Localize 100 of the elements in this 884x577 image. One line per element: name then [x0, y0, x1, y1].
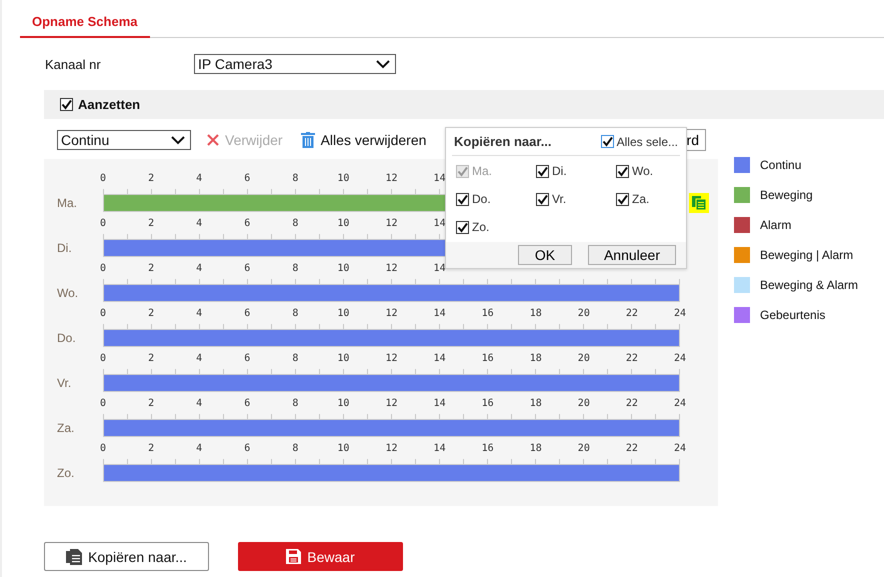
legend-label: Beweging | Alarm: [760, 248, 854, 262]
tick-label: 20: [578, 443, 590, 454]
tick-label: 10: [337, 263, 350, 274]
checkbox[interactable]: [456, 220, 469, 234]
cancel-button[interactable]: Annuleer: [588, 245, 676, 265]
tick-label: 0: [100, 308, 106, 319]
tick-label: 24: [674, 443, 686, 454]
checkbox-label: Alles sele...: [616, 134, 678, 148]
tick-label: 2: [148, 173, 154, 184]
tick-label: 10: [337, 353, 350, 364]
tick-label: 8: [292, 173, 298, 184]
tick-label: 20: [578, 398, 590, 409]
tick-label: 10: [337, 398, 350, 409]
field-label: Kanaal nr: [45, 56, 102, 72]
tick-label: 2: [148, 353, 154, 364]
checkbox-label: Di.: [552, 164, 567, 178]
tick-label: 4: [196, 353, 202, 364]
tick-label: 22: [626, 398, 638, 409]
legend-label: Gebeurtenis: [760, 308, 826, 322]
trash-icon: [300, 132, 315, 148]
tick-label: 18: [530, 308, 542, 319]
ok-button[interactable]: OK: [518, 245, 572, 265]
tick-label: 4: [196, 218, 202, 229]
tick-label: 10: [337, 173, 350, 184]
checkbox[interactable]: [536, 192, 549, 206]
tick-label: 2: [148, 263, 154, 274]
tick-label: 4: [196, 443, 202, 454]
checkbox[interactable]: [616, 192, 629, 206]
tick-label: 20: [578, 353, 590, 364]
tick-label: 4: [196, 173, 202, 184]
tick-label: 10: [337, 218, 350, 229]
tick-label: 16: [482, 398, 494, 409]
tick-label: 18: [530, 443, 542, 454]
checkbox-label: Ma.: [472, 164, 492, 178]
tick-label: 2: [148, 308, 154, 319]
tick-label: 14: [434, 308, 446, 319]
delete-all-button[interactable]: Alles verwijderen: [298, 132, 428, 148]
tab[interactable]: Opname Schema: [20, 10, 150, 38]
legend-label: Beweging & Alarm: [760, 278, 858, 292]
tick-label: 6: [244, 443, 250, 454]
tick-label: 8: [292, 218, 298, 229]
day-label: Zo.: [56, 465, 76, 482]
tick-label: 8: [292, 398, 298, 409]
tick-label: 16: [482, 353, 494, 364]
copy-icon: [66, 548, 82, 564]
tick-label: 12: [385, 353, 398, 364]
tick-label: 14: [434, 398, 446, 409]
day-label: Do.: [56, 330, 77, 347]
tick-label: 12: [385, 308, 398, 319]
tick-label: 6: [244, 173, 250, 184]
tick-label: 8: [292, 308, 298, 319]
day-label: Wo.: [56, 285, 80, 302]
tick-label: 2: [148, 398, 154, 409]
tick-label: 24: [674, 308, 686, 319]
tick-label: 14: [434, 263, 446, 274]
tick-label: 12: [385, 443, 398, 454]
tick-label: 0: [100, 218, 106, 229]
tick-label: 6: [244, 218, 250, 229]
checkbox[interactable]: [600, 135, 614, 148]
channel-select[interactable]: IP Camera3: [194, 54, 396, 74]
caret-icon: [376, 60, 390, 68]
tick-label: 6: [244, 353, 250, 364]
tick-label: 10: [337, 443, 350, 454]
tick-label: 8: [292, 443, 298, 454]
tick-label: 22: [626, 443, 638, 454]
day-label: Za.: [56, 420, 76, 437]
tick-label: 6: [244, 398, 250, 409]
legend-label: Alarm: [760, 218, 792, 232]
day-label: Vr.: [56, 375, 72, 392]
tick-label: 18: [530, 398, 542, 409]
tick-label: 12: [385, 173, 398, 184]
checkbox[interactable]: [456, 192, 469, 206]
tick-label: 18: [530, 353, 542, 364]
mode-select[interactable]: Continu: [57, 130, 191, 150]
tick-label: 2: [148, 218, 154, 229]
tick-label: 22: [626, 308, 638, 319]
tick-label: 8: [292, 263, 298, 274]
checkbox-label: Aanzetten: [78, 97, 140, 112]
checkbox[interactable]: [60, 98, 73, 111]
copy-button[interactable]: Kopiëren naar...: [44, 542, 209, 571]
close-icon: [207, 134, 219, 146]
tick-label: 4: [196, 398, 202, 409]
tick-label: 10: [337, 308, 350, 319]
tick-label: 24: [674, 398, 686, 409]
checkbox[interactable]: [616, 164, 629, 178]
day-label: Ma.: [56, 195, 78, 212]
tick-label: 6: [244, 263, 250, 274]
day-label: Di.: [56, 240, 73, 257]
tick-label: 12: [385, 218, 398, 229]
tick-label: 8: [292, 353, 298, 364]
tick-label: 2: [148, 443, 154, 454]
tick-label: 16: [482, 443, 494, 454]
copy-icon[interactable]: [689, 193, 709, 213]
checkbox-label: Vr.: [552, 192, 566, 206]
save-button[interactable]: Bewaar: [238, 542, 403, 571]
popup-title: Kopiëren naar...: [454, 134, 552, 149]
tick-label: 22: [626, 353, 638, 364]
tick-label: 14: [434, 218, 446, 229]
checkbox[interactable]: [536, 164, 549, 178]
checkbox-label: Do.: [472, 192, 491, 206]
